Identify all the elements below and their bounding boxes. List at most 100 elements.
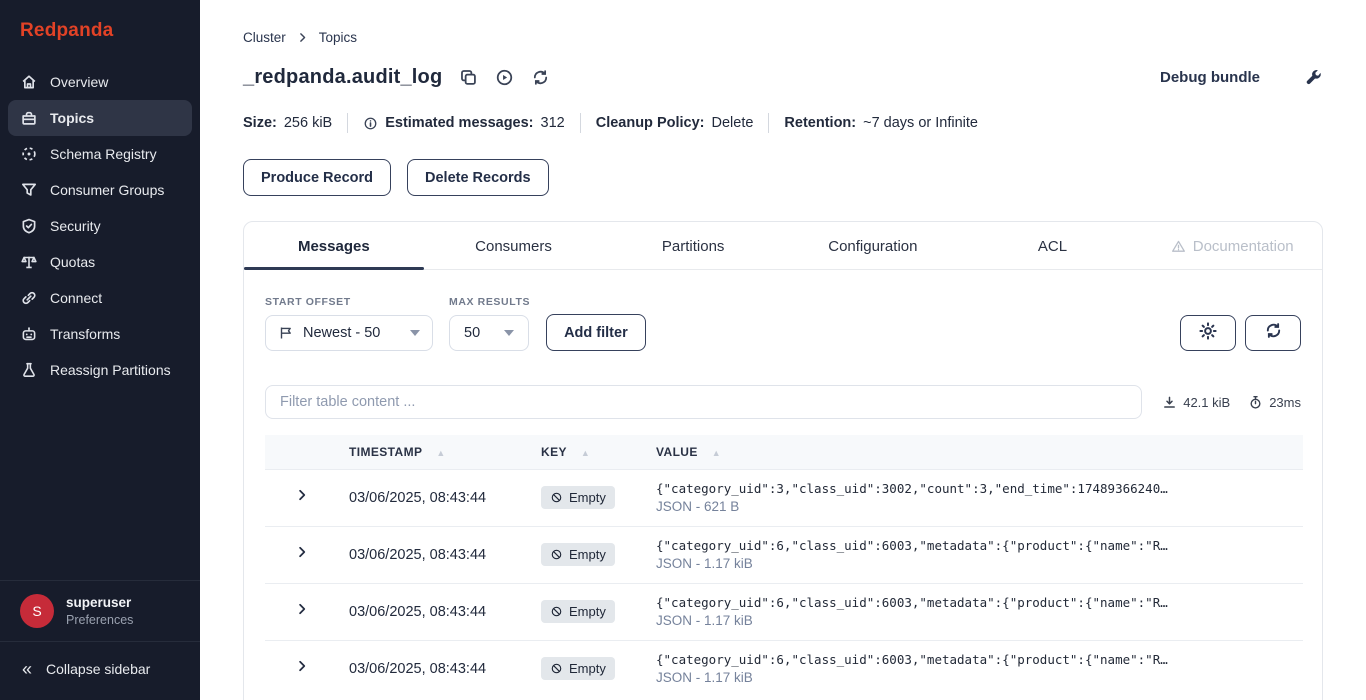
sidebar-item-quotas[interactable]: Quotas	[8, 244, 192, 280]
sidebar-item-overview[interactable]: Overview	[8, 64, 192, 100]
stopwatch-icon	[1248, 395, 1263, 410]
expand-row-icon[interactable]	[295, 659, 309, 673]
sidebar-item-label: Connect	[50, 290, 102, 306]
info-icon[interactable]	[363, 116, 378, 131]
slash-circle-icon	[550, 491, 563, 504]
timestamp-value: 03/06/2025, 08:43:44	[349, 604, 486, 620]
expander-cell	[265, 526, 349, 583]
sidebar: Redpanda OverviewTopicsSchema RegistryCo…	[0, 0, 200, 700]
stat-value: 312	[541, 115, 565, 131]
expander-cell	[265, 469, 349, 526]
sidebar-item-connect[interactable]: Connect	[8, 280, 192, 316]
stats-divider	[580, 113, 581, 133]
key-cell: Empty	[541, 583, 656, 640]
debug-bundle-link[interactable]: Debug bundle	[1160, 69, 1260, 86]
sidebar-nav: Overview Topics Schema Registry Consumer Gr…	[0, 56, 200, 580]
add-filter-button[interactable]: Add filter	[546, 314, 646, 351]
user-preferences-link[interactable]: Preferences	[66, 613, 133, 627]
key-badge-label: Empty	[569, 547, 606, 562]
expander-column-header	[265, 435, 349, 469]
stat-cleanup-policy: Cleanup Policy:Delete	[596, 115, 754, 131]
chevron-down-icon	[410, 330, 420, 336]
delete-records-button[interactable]: Delete Records	[407, 159, 549, 196]
avatar: S	[20, 594, 54, 628]
reload-messages-button[interactable]	[1245, 315, 1301, 351]
table-row[interactable]: 03/06/2025, 08:43:44 Empty {"category_uid"…	[265, 583, 1303, 640]
table-row[interactable]: 03/06/2025, 08:43:44Empty{"category_uid"…	[265, 526, 1303, 583]
collapse-sidebar-button[interactable]: « Collapse sidebar	[0, 642, 200, 700]
value-cell: {"category_uid":6,"class_uid":6003,"meta…	[656, 583, 1303, 640]
sort-icon: ▲	[436, 448, 445, 458]
slash-circle-icon	[550, 662, 563, 675]
sidebar-item-topics[interactable]: Topics	[8, 100, 192, 136]
slash-circle-icon	[550, 605, 563, 618]
schema-icon	[20, 145, 38, 163]
key-cell: Empty	[541, 469, 656, 526]
home-icon	[20, 73, 38, 91]
produce-record-button[interactable]: Produce Record	[243, 159, 391, 196]
expander-cell	[265, 640, 349, 697]
sidebar-item-label: Overview	[50, 74, 108, 90]
key-empty-badge: Empty	[541, 600, 615, 623]
start-offset-label: START OFFSET	[265, 296, 433, 308]
expand-row-icon[interactable]	[295, 602, 309, 616]
start-offset-value: Newest - 50	[303, 325, 380, 341]
column-header-timestamp[interactable]: TIMESTAMP▲	[349, 435, 541, 469]
page-title: _redpanda.audit_log	[243, 66, 442, 89]
sidebar-item-label: Transforms	[50, 326, 120, 342]
sidebar-item-reassign-partitions[interactable]: Reassign Partitions	[8, 352, 192, 388]
timestamp-cell: 03/06/2025, 08:43:44	[349, 526, 541, 583]
expand-row-icon[interactable]	[295, 545, 309, 559]
stats-divider	[768, 113, 769, 133]
expand-row-icon[interactable]	[295, 488, 309, 502]
tab-messages[interactable]: Messages	[244, 238, 424, 269]
sidebar-item-transforms[interactable]: Transforms	[8, 316, 192, 352]
value-meta: JSON - 1.17 kiB	[656, 613, 1303, 628]
copy-icon[interactable]	[459, 68, 478, 87]
tab-label: Messages	[298, 238, 370, 255]
message-settings-button[interactable]	[1180, 315, 1236, 351]
sidebar-item-label: Consumer Groups	[50, 182, 164, 198]
filter-table-input[interactable]	[265, 385, 1142, 419]
start-offset-select[interactable]: Newest - 50	[265, 315, 433, 351]
tab-label: Partitions	[662, 238, 725, 255]
gear-icon	[1198, 321, 1218, 346]
collapse-sidebar-label: Collapse sidebar	[46, 661, 150, 677]
table-row[interactable]: 03/06/2025, 08:43:44Empty{"category_uid"…	[265, 640, 1303, 697]
robot-icon	[20, 325, 38, 343]
user-menu[interactable]: S superuser Preferences	[0, 581, 200, 641]
scales-icon	[20, 253, 38, 271]
breadcrumb-item-topics[interactable]: Topics	[319, 30, 357, 45]
key-badge-label: Empty	[569, 661, 606, 676]
topic-stats: Size:256 kiBEstimated messages:312Cleanu…	[243, 113, 1323, 133]
stat-size: Size:256 kiB	[243, 115, 332, 131]
column-header-value[interactable]: VALUE▲	[656, 435, 1303, 469]
sidebar-item-label: Schema Registry	[50, 146, 157, 162]
breadcrumb-item-cluster[interactable]: Cluster	[243, 30, 286, 45]
key-cell: Empty	[541, 526, 656, 583]
column-header-key[interactable]: KEY▲	[541, 435, 656, 469]
play-circle-icon[interactable]	[495, 68, 514, 87]
tab-configuration[interactable]: Configuration	[783, 238, 963, 269]
wrench-icon[interactable]	[1304, 68, 1323, 87]
stat-value: ~7 days or Infinite	[863, 115, 978, 131]
link-icon	[20, 289, 38, 307]
sidebar-item-security[interactable]: Security	[8, 208, 192, 244]
key-badge-label: Empty	[569, 490, 606, 505]
topic-card: Messages Consumers Partitions Configuration…	[243, 221, 1323, 700]
stats-divider	[347, 113, 348, 133]
chevrons-left-icon: «	[22, 660, 32, 678]
tab-partitions[interactable]: Partitions	[603, 238, 783, 269]
tab-acl[interactable]: ACL	[963, 238, 1143, 269]
tab-consumers[interactable]: Consumers	[424, 238, 604, 269]
sidebar-item-consumer-groups[interactable]: Consumer Groups	[8, 172, 192, 208]
sort-icon: ▲	[712, 448, 721, 458]
sidebar-item-schema-registry[interactable]: Schema Registry	[8, 136, 192, 172]
refresh-icon[interactable]	[531, 68, 550, 87]
table-row[interactable]: 03/06/2025, 08:43:44Empty{"category_uid"…	[265, 469, 1303, 526]
max-results-select[interactable]: 50	[449, 315, 529, 351]
warning-icon	[1171, 239, 1186, 254]
download-icon	[1162, 395, 1177, 410]
value-meta: JSON - 1.17 kiB	[656, 556, 1303, 571]
sidebar-item-label: Reassign Partitions	[50, 362, 171, 378]
